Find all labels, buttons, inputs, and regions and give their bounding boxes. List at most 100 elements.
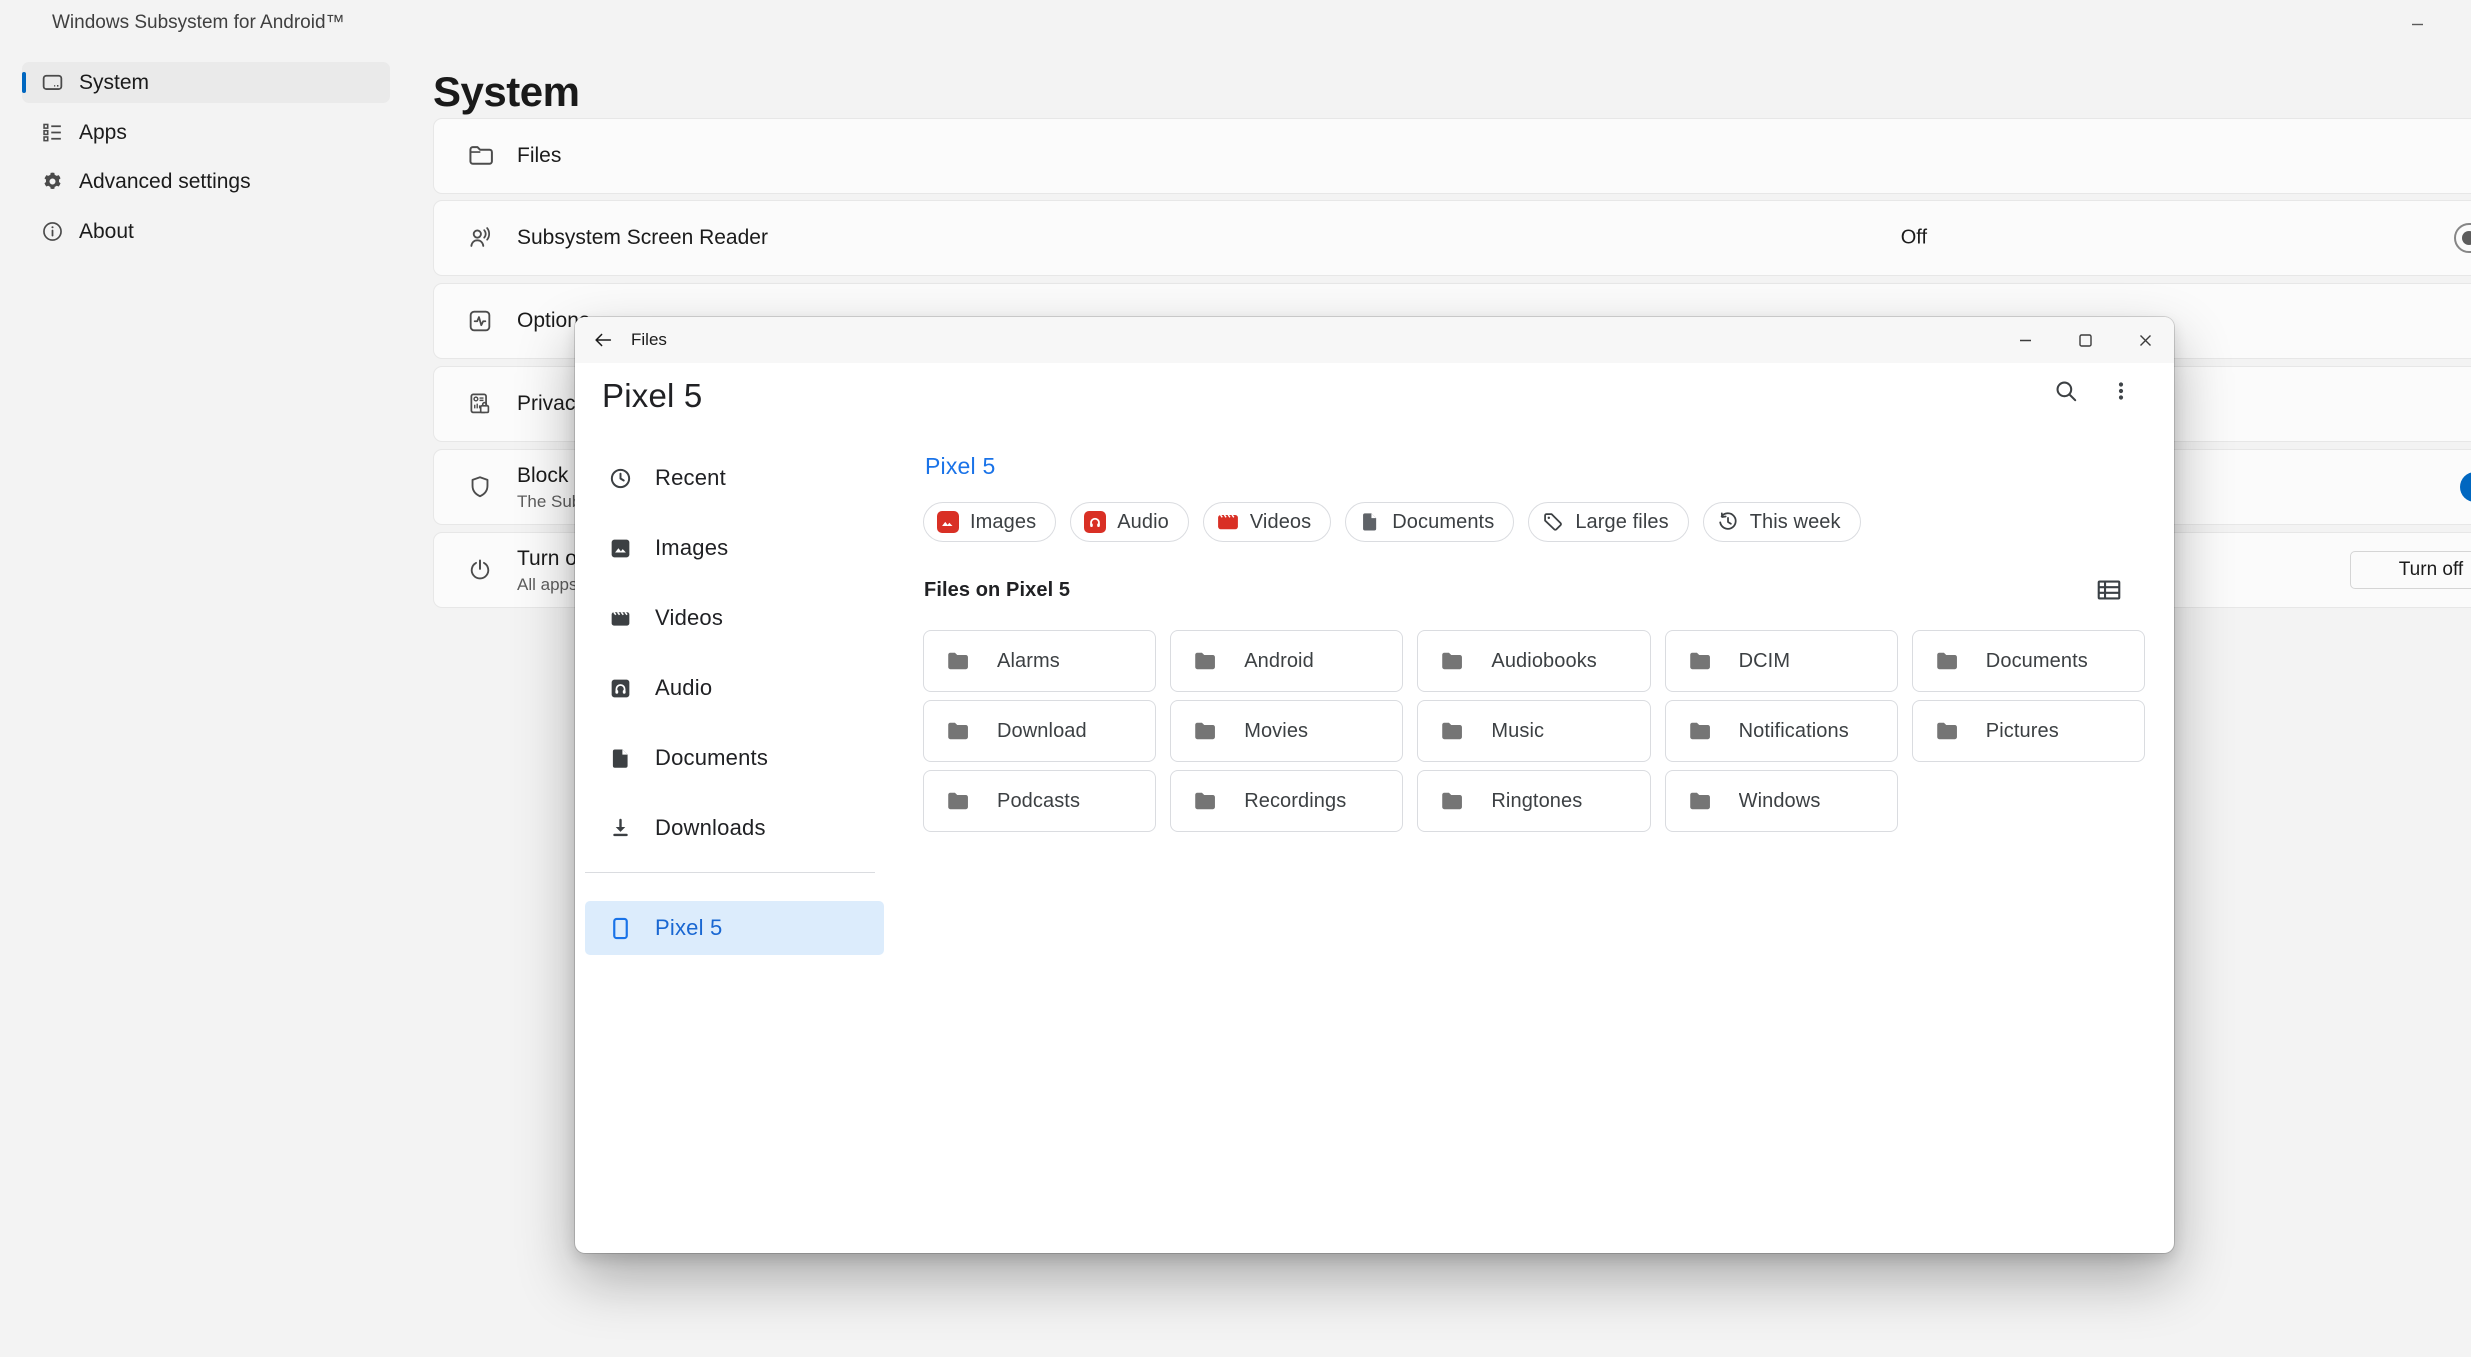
folder-name: DCIM [1739, 650, 1791, 673]
folder-icon [1191, 648, 1217, 674]
folder-card-android[interactable]: Android [1170, 630, 1403, 692]
chip-label: Videos [1250, 511, 1311, 534]
back-button[interactable] [583, 320, 623, 360]
page-title: System [433, 68, 579, 116]
sidebar-item-about[interactable]: About [22, 211, 390, 252]
more-options-button[interactable] [2099, 369, 2143, 413]
audio-chip-icon [1084, 511, 1106, 533]
folder-card-documents[interactable]: Documents [1912, 630, 2145, 692]
folder-card-pictures[interactable]: Pictures [1912, 700, 2145, 762]
files-close-button[interactable] [2116, 317, 2174, 363]
folder-card-ringtones[interactable]: Ringtones [1417, 770, 1650, 832]
screen-reader-toggle[interactable] [2454, 223, 2471, 253]
turn-off-button[interactable]: Turn off [2350, 551, 2471, 589]
sidebar-item-advanced-settings[interactable]: Advanced settings [22, 161, 390, 202]
folder-card-music[interactable]: Music [1417, 700, 1650, 762]
list-view-icon [2094, 576, 2124, 604]
folder-icon [944, 718, 970, 744]
folder-name: Podcasts [997, 790, 1080, 813]
wsa-minimize-button[interactable] [2388, 0, 2446, 48]
folder-icon [1933, 648, 1959, 674]
chip-large-files[interactable]: Large files [1528, 502, 1688, 542]
apps-icon [40, 120, 65, 145]
nav-item-audio[interactable]: Audio [585, 661, 884, 715]
folder-name: Audiobooks [1491, 650, 1597, 673]
maximize-icon [2079, 334, 2092, 347]
folder-name: Download [997, 720, 1087, 743]
folder-card-notifications[interactable]: Notifications [1665, 700, 1898, 762]
download-icon [608, 816, 633, 841]
nav-item-recent[interactable]: Recent [585, 451, 884, 505]
screen: { "wsa": { "title": "Windows Subsystem f… [0, 0, 2471, 1357]
sidebar-item-system[interactable]: System [22, 62, 390, 103]
section-label: Files on Pixel 5 [924, 579, 1070, 602]
minimize-icon [2411, 18, 2424, 31]
chip-label: Large files [1575, 511, 1668, 534]
files-minimize-button[interactable] [1996, 317, 2054, 363]
folder-name: Music [1491, 720, 1544, 743]
toggle-state-label: Off [1901, 227, 1927, 250]
chip-videos[interactable]: Videos [1203, 502, 1331, 542]
folder-card-podcasts[interactable]: Podcasts [923, 770, 1156, 832]
chip-this-week[interactable]: This week [1703, 502, 1861, 542]
folder-name: Ringtones [1491, 790, 1582, 813]
nav-item-label: Documents [655, 745, 768, 771]
folder-name: Windows [1739, 790, 1821, 813]
breadcrumb[interactable]: Pixel 5 [925, 453, 995, 480]
folder-icon [1191, 718, 1217, 744]
settings-row-screen-reader[interactable]: Subsystem Screen Reader Off [433, 200, 2471, 276]
privacy-icon [466, 390, 494, 418]
nav-item-pixel-5[interactable]: Pixel 5 [585, 901, 884, 955]
audio-icon [608, 676, 633, 701]
image-icon [608, 536, 633, 561]
chip-audio[interactable]: Audio [1070, 502, 1189, 542]
chip-label: This week [1750, 511, 1841, 534]
folder-card-download[interactable]: Download [923, 700, 1156, 762]
nav-item-images[interactable]: Images [585, 521, 884, 575]
info-icon [40, 219, 65, 244]
diagnostics-icon [466, 307, 494, 335]
list-view-toggle-button[interactable] [2087, 569, 2131, 611]
wsa-maximize-button[interactable] [2448, 0, 2471, 48]
folder-card-alarms[interactable]: Alarms [923, 630, 1156, 692]
sidebar-item-apps[interactable]: Apps [22, 112, 390, 153]
sidebar-item-label: About [79, 220, 134, 244]
nav-item-downloads[interactable]: Downloads [585, 801, 884, 855]
files-maximize-button[interactable] [2056, 317, 2114, 363]
toggle-knob [2462, 231, 2471, 245]
power-icon [466, 556, 494, 584]
settings-row-files[interactable]: Files [433, 118, 2471, 194]
folder-icon [466, 142, 494, 170]
folder-icon [1933, 718, 1959, 744]
folder-name: Pictures [1986, 720, 2059, 743]
folder-card-recordings[interactable]: Recordings [1170, 770, 1403, 832]
settings-row-title: Files [517, 144, 561, 168]
search-button[interactable] [2044, 369, 2088, 413]
nav-item-label: Images [655, 535, 728, 561]
folder-card-windows[interactable]: Windows [1665, 770, 1898, 832]
screen-reader-icon [466, 224, 494, 252]
nav-item-documents[interactable]: Documents [585, 731, 884, 785]
files-window: Files Pixel 5 Recent [575, 317, 2174, 1253]
video-icon [608, 606, 633, 631]
chip-images[interactable]: Images [923, 502, 1056, 542]
nav-item-videos[interactable]: Videos [585, 591, 884, 645]
folder-icon [944, 788, 970, 814]
chip-documents[interactable]: Documents [1345, 502, 1514, 542]
files-window-title: Files [631, 330, 667, 350]
settings-row-subtitle: All apps [517, 575, 577, 595]
chip-label: Audio [1117, 511, 1169, 534]
folder-card-audiobooks[interactable]: Audiobooks [1417, 630, 1650, 692]
minimize-icon [2019, 334, 2032, 347]
settings-row-title: Subsystem Screen Reader [517, 226, 768, 250]
image-chip-icon [937, 511, 959, 533]
settings-row-title: Turn of [517, 547, 583, 571]
files-titlebar: Files [575, 317, 2174, 363]
folder-card-movies[interactable]: Movies [1170, 700, 1403, 762]
block-toggle[interactable] [2460, 472, 2471, 502]
video-chip-icon [1217, 511, 1239, 533]
folder-grid: Alarms Android Audiobooks DCIM Documents… [923, 630, 2145, 832]
tag-icon [1542, 511, 1564, 533]
folder-card-dcim[interactable]: DCIM [1665, 630, 1898, 692]
search-icon [2053, 378, 2079, 404]
